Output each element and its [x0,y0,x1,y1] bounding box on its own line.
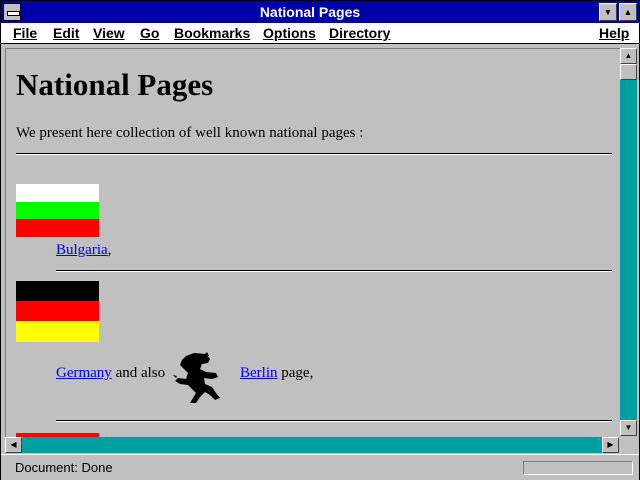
menu-help[interactable]: Help [599,23,629,43]
flag-stripe-gold [16,321,99,342]
flag-stripe-black [16,281,99,301]
arrow-right-icon[interactable]: ▶ [602,437,619,453]
status-bar: Document: Done [1,454,639,480]
germany-link[interactable]: Germany [56,365,112,381]
germany-flag [16,281,99,342]
menu-bookmarks[interactable]: Bookmarks [174,23,250,43]
flag-stripe-white [16,184,99,202]
bulgaria-flag [16,184,99,237]
flag-stripe-green [16,202,99,219]
vertical-scrollbar[interactable]: ▲ ▼ [620,48,637,436]
berlin-suffix: page, [281,365,314,381]
arrow-left-icon[interactable]: ◀ [5,437,22,453]
divider [56,270,612,272]
bulgaria-link[interactable]: Bulgaria [56,242,108,258]
flag-stripe-red [16,301,99,321]
berlin-bear-icon [173,352,220,403]
menu-view[interactable]: View [93,23,125,43]
browser-window: National Pages ▼ ▲ File Edit View Go Boo… [0,0,640,480]
divider [16,153,612,155]
horizontal-scrollbar[interactable]: ◀ ▶ [5,437,619,453]
berlin-link[interactable]: Berlin [240,365,278,381]
menu-options[interactable]: Options [263,23,316,43]
menu-edit[interactable]: Edit [53,23,79,43]
menu-go[interactable]: Go [140,23,159,43]
scroll-thumb[interactable] [620,64,637,80]
divider [56,420,612,422]
system-menu-icon[interactable] [3,3,21,21]
germany-line: Germany and also [56,365,165,382]
intro-text: We present here collection of well known… [16,125,364,141]
status-text: Document: Done [15,460,113,475]
progress-indicator [523,461,633,475]
window-title: National Pages [259,4,361,20]
arrow-down-icon[interactable]: ▼ [620,420,637,436]
menu-bar: File Edit View Go Bookmarks Options Dire… [1,23,639,44]
bulgaria-suffix: , [107,242,112,258]
berlin-line: Berlin page, [240,365,313,382]
maximize-icon[interactable]: ▲ [619,3,637,21]
arrow-up-icon[interactable]: ▲ [620,48,637,64]
menu-file[interactable]: File [13,23,37,43]
menu-directory[interactable]: Directory [329,23,390,43]
bulgaria-line: Bulgaria, [56,242,111,259]
title-bar: National Pages ▼ ▲ [1,1,639,23]
scrollbar-corner [620,437,637,453]
document-viewport: National Pages We present here collectio… [5,48,620,437]
germany-middle-text: and also [115,365,166,381]
flag-stripe-red [16,219,99,237]
page-heading: National Pages [16,67,214,102]
minimize-icon[interactable]: ▼ [599,3,617,21]
